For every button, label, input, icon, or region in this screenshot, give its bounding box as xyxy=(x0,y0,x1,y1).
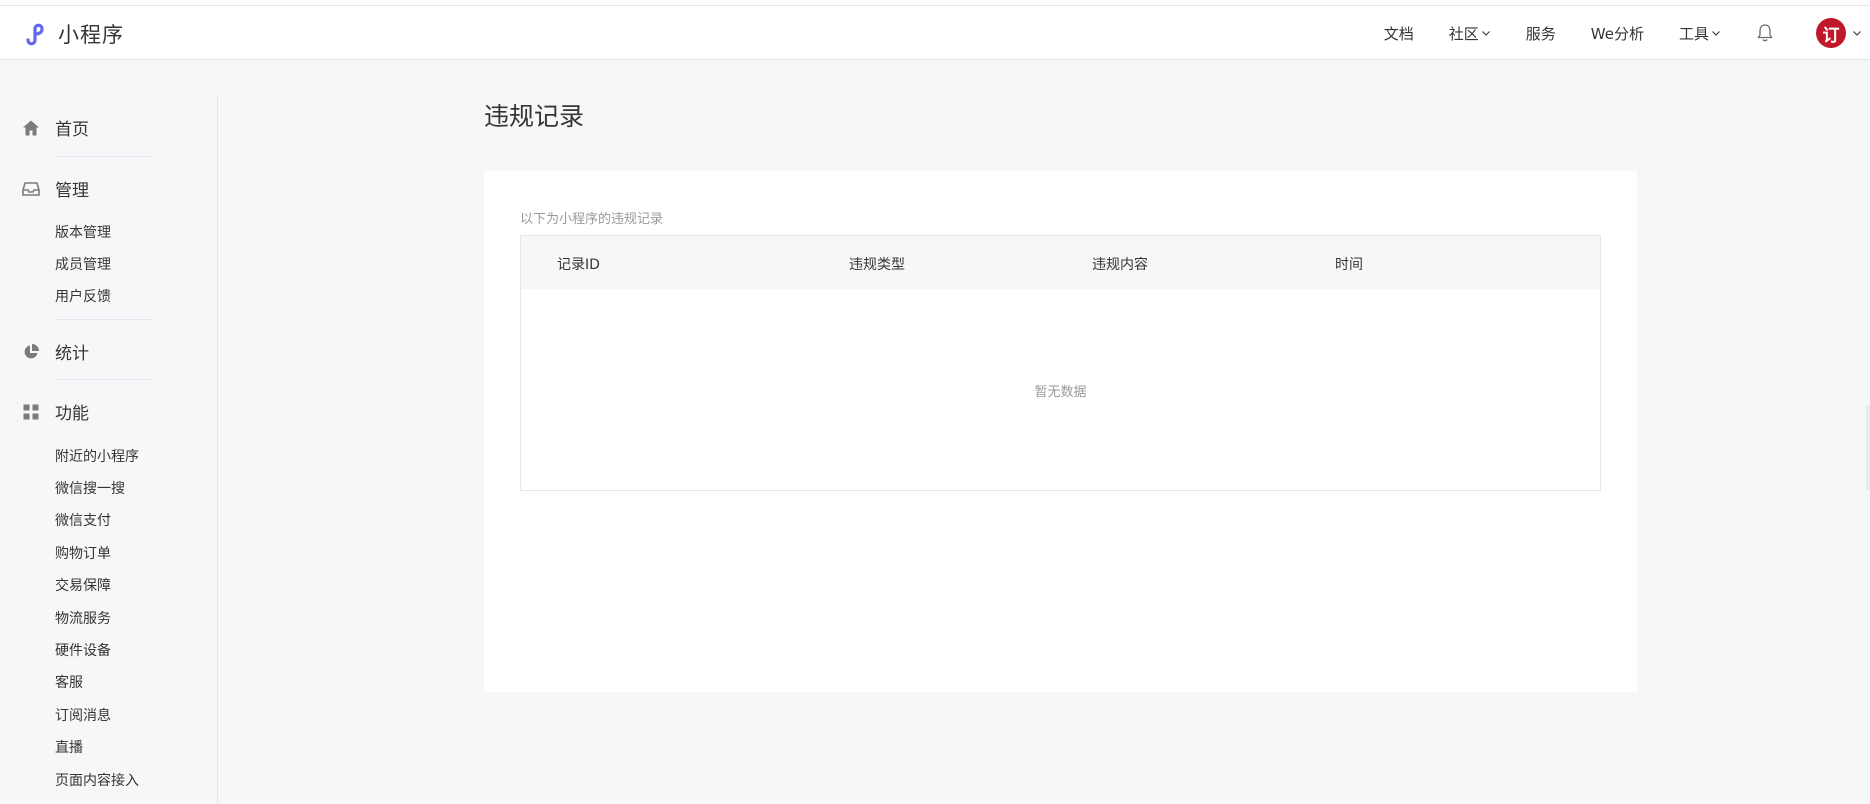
sidebar: 首页 管理 版本管理 成员管理 用户反馈 统计 功能 附近的小程序 微信搜一搜 … xyxy=(0,95,218,804)
sidebar-item-user-feedback[interactable]: 用户反馈 xyxy=(55,286,111,306)
top-header: 小程序 文档 社区 服务 We分析 工具 订 xyxy=(0,6,1870,60)
sidebar-item-wechat-pay[interactable]: 微信支付 xyxy=(55,510,111,530)
nav-community-label: 社区 xyxy=(1448,24,1479,43)
avatar: 订 xyxy=(1816,18,1846,48)
sidebar-section-features[interactable]: 功能 xyxy=(22,399,89,424)
sidebar-item-nearby-miniprogram[interactable]: 附近的小程序 xyxy=(55,446,139,466)
card-description: 以下为小程序的违规记录 xyxy=(520,212,664,227)
sidebar-divider xyxy=(55,156,153,157)
nav-service-label: 服务 xyxy=(1525,24,1556,43)
miniprogram-logo-icon xyxy=(26,23,44,46)
empty-state-text: 暂无数据 xyxy=(1034,385,1087,400)
avatar-glyph: 订 xyxy=(1822,25,1840,46)
grid-icon xyxy=(23,404,39,419)
nav-community[interactable]: 社区 xyxy=(1449,23,1491,44)
sidebar-divider xyxy=(55,379,153,380)
nav-we-analysis[interactable]: We分析 xyxy=(1591,23,1644,44)
home-icon xyxy=(23,120,39,135)
chevron-down-icon xyxy=(1712,31,1720,36)
sidebar-item-trade-guarantee[interactable]: 交易保障 xyxy=(55,575,111,595)
sidebar-stats-label: 统计 xyxy=(55,344,89,364)
nav-service[interactable]: 服务 xyxy=(1526,23,1556,44)
sidebar-item-shopping-orders[interactable]: 购物订单 xyxy=(55,543,111,563)
nav-tools-label: 工具 xyxy=(1678,24,1709,43)
sidebar-item-version-manage[interactable]: 版本管理 xyxy=(55,222,111,242)
sidebar-features-label: 功能 xyxy=(55,404,89,424)
app-title: 小程序 xyxy=(58,23,124,47)
violation-records-table: 记录ID 违规类型 违规内容 时间 暂无数据 xyxy=(520,235,1601,491)
scrollbar-thumb[interactable] xyxy=(1866,405,1870,490)
column-header-violation-content: 违规内容 xyxy=(1092,257,1148,273)
sidebar-manage-label: 管理 xyxy=(55,181,89,201)
nav-docs-label: 文档 xyxy=(1383,24,1414,43)
sidebar-item-member-manage[interactable]: 成员管理 xyxy=(55,254,111,274)
page-title: 违规记录 xyxy=(484,102,585,131)
sidebar-item-customer-service[interactable]: 客服 xyxy=(55,672,83,692)
table-header: 记录ID 违规类型 违规内容 时间 xyxy=(521,236,1600,289)
chevron-down-icon xyxy=(1853,31,1861,36)
sidebar-item-live-stream[interactable]: 直播 xyxy=(55,737,83,757)
nav-we-analysis-label: We分析 xyxy=(1590,24,1644,43)
sidebar-item-logistics[interactable]: 物流服务 xyxy=(55,608,111,628)
pie-chart-icon xyxy=(24,343,39,358)
sidebar-item-hardware[interactable]: 硬件设备 xyxy=(55,640,111,660)
sidebar-home-label: 首页 xyxy=(55,120,89,140)
column-header-record-id: 记录ID xyxy=(557,257,600,273)
sidebar-item-wechat-search[interactable]: 微信搜一搜 xyxy=(55,478,125,498)
nav-tools[interactable]: 工具 xyxy=(1679,23,1721,44)
nav-docs[interactable]: 文档 xyxy=(1384,23,1414,44)
app-logo[interactable]: 小程序 xyxy=(22,19,124,49)
column-header-violation-type: 违规类型 xyxy=(849,257,905,273)
sidebar-item-subscribe-messages[interactable]: 订阅消息 xyxy=(55,705,111,725)
violation-records-card: 以下为小程序的违规记录 记录ID 违规类型 违规内容 时间 暂无数据 xyxy=(484,171,1637,692)
inbox-icon xyxy=(22,181,40,196)
sidebar-section-manage[interactable]: 管理 xyxy=(22,176,89,201)
top-nav: 文档 社区 服务 We分析 工具 订 xyxy=(1384,6,1870,60)
sidebar-item-stats[interactable]: 统计 xyxy=(22,339,89,364)
bell-icon[interactable] xyxy=(1756,23,1774,43)
user-menu[interactable]: 订 xyxy=(1816,18,1862,48)
column-header-time: 时间 xyxy=(1335,257,1363,273)
chevron-down-icon xyxy=(1481,31,1490,36)
sidebar-item-home[interactable]: 首页 xyxy=(22,115,89,140)
sidebar-item-page-content-access[interactable]: 页面内容接入 xyxy=(55,770,139,790)
sidebar-divider xyxy=(55,319,153,320)
